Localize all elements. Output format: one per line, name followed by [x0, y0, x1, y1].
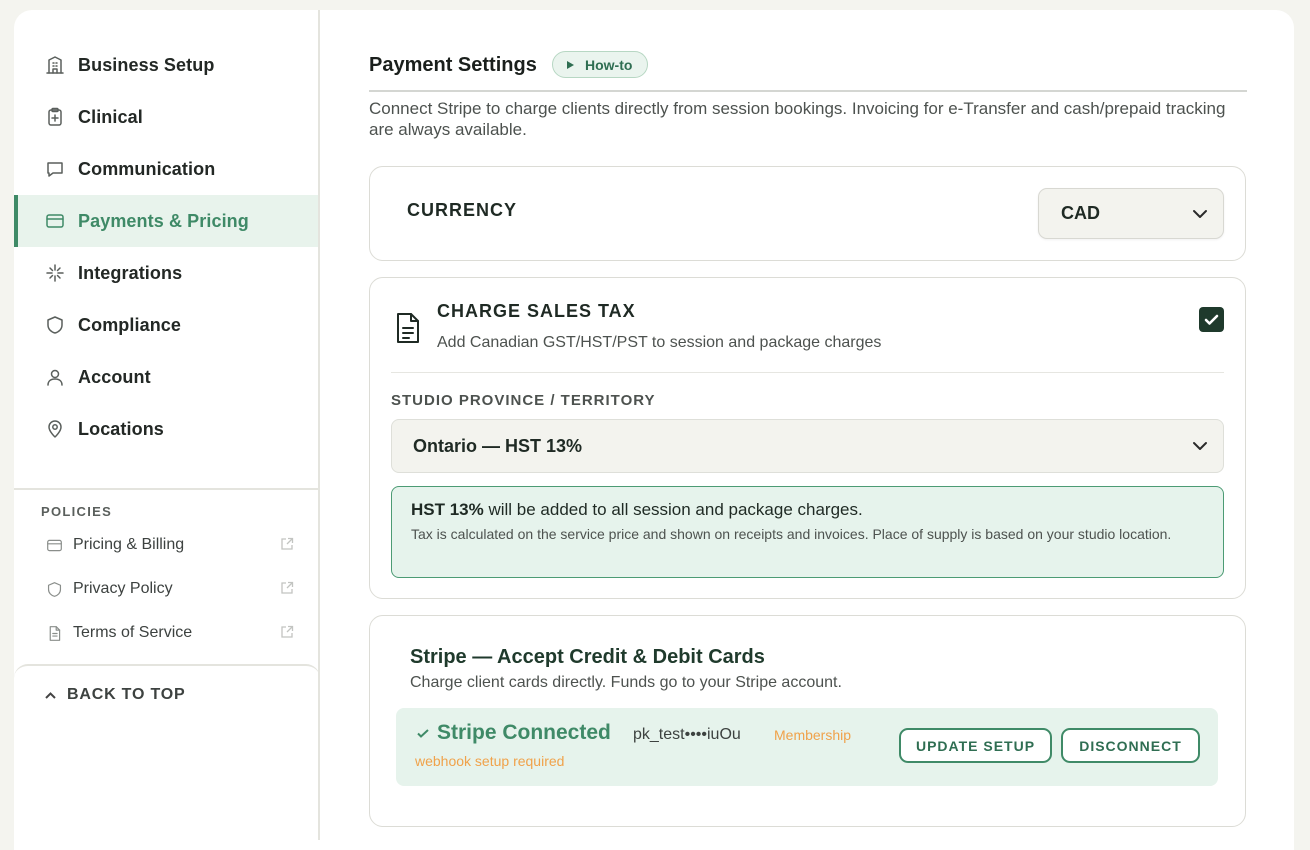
tax-notice-rate: HST 13% — [411, 500, 484, 519]
sidebar-nav: Business Setup Clinical Communication Pa… — [14, 10, 318, 455]
stripe-status-label: Stripe Connected — [437, 721, 611, 744]
checkmark-icon — [1204, 314, 1219, 325]
webhook-warning-line1: Membership — [774, 727, 852, 743]
currency-card: CURRENCY CAD — [369, 166, 1246, 261]
user-icon — [44, 366, 66, 388]
divider — [391, 372, 1224, 373]
policy-link-pricing-billing[interactable]: Pricing & Billing — [14, 523, 320, 567]
update-setup-button[interactable]: UPDATE SETUP — [899, 728, 1052, 763]
sidebar-item-label: Communication — [78, 158, 216, 179]
policies-section: POLICIES Pricing & Billing Privacy Polic… — [14, 488, 320, 655]
sidebar-item-label: Business Setup — [78, 54, 215, 75]
back-to-top-button[interactable]: BACK TO TOP — [14, 664, 320, 724]
sidebar-item-account[interactable]: Account — [14, 351, 318, 403]
sidebar-item-label: Payments & Pricing — [78, 210, 249, 231]
stripe-card: Stripe — Accept Credit & Debit Cards Cha… — [369, 615, 1246, 827]
shield-icon — [44, 314, 66, 336]
policy-link-label: Terms of Service — [73, 624, 193, 641]
chevron-up-icon — [45, 691, 56, 699]
stripe-status-bar: Stripe Connected pk_test••••iuOu Members… — [396, 708, 1218, 786]
sidebar-item-label: Clinical — [78, 106, 143, 127]
tax-notice-detail: Tax is calculated on the service price a… — [411, 526, 1172, 542]
sales-tax-title: CHARGE SALES TAX — [437, 301, 636, 321]
howto-label: How-to — [585, 56, 633, 73]
sidebar-item-locations[interactable]: Locations — [14, 403, 318, 455]
stripe-title: Stripe — Accept Credit & Debit Cards — [410, 646, 765, 668]
sidebar-item-payments-pricing[interactable]: Payments & Pricing — [14, 195, 318, 247]
sidebar-item-communication[interactable]: Communication — [14, 143, 318, 195]
chat-icon — [44, 158, 66, 180]
policy-link-privacy-policy[interactable]: Privacy Policy — [14, 567, 320, 611]
tax-notice: HST 13% will be added to all session and… — [391, 486, 1224, 578]
page-title: Payment Settings — [369, 54, 537, 76]
sidebar-item-business-setup[interactable]: Business Setup — [14, 39, 318, 91]
stripe-status: Stripe Connected — [416, 721, 611, 745]
policies-title: POLICIES — [41, 504, 113, 519]
province-select[interactable]: Ontario — HST 13% — [391, 419, 1224, 473]
document-icon — [45, 624, 63, 642]
sidebar-item-label: Compliance — [78, 314, 182, 335]
sales-tax-card: CHARGE SALES TAX Add Canadian GST/HST/PS… — [369, 277, 1246, 599]
checkmark-icon — [417, 729, 429, 738]
policy-link-label: Pricing & Billing — [73, 536, 185, 553]
currency-value: CAD — [1061, 203, 1100, 223]
stripe-key: pk_test••••iuOu — [633, 726, 741, 743]
plug-icon — [44, 262, 66, 284]
back-to-top-label: BACK TO TOP — [67, 686, 186, 703]
sidebar-item-label: Integrations — [78, 262, 183, 283]
credit-card-icon — [45, 536, 63, 554]
webhook-warning-line2: webhook setup required — [415, 753, 565, 769]
stripe-subtitle: Charge client cards directly. Funds go t… — [410, 674, 842, 691]
sidebar-item-compliance[interactable]: Compliance — [14, 299, 318, 351]
sidebar-item-label: Locations — [78, 418, 164, 439]
sales-tax-subtitle: Add Canadian GST/HST/PST to session and … — [437, 334, 882, 351]
policy-link-label: Privacy Policy — [73, 580, 173, 597]
chevron-down-icon — [1191, 205, 1209, 223]
page-description: Connect Stripe to charge clients directl… — [369, 99, 1226, 139]
map-pin-icon — [44, 418, 66, 440]
disconnect-button[interactable]: DISCONNECT — [1061, 728, 1200, 763]
sidebar-item-clinical[interactable]: Clinical — [14, 91, 318, 143]
currency-label: CURRENCY — [407, 200, 518, 220]
play-icon — [567, 60, 574, 69]
howto-button[interactable]: How-to — [552, 51, 649, 78]
document-icon — [394, 312, 422, 344]
policy-link-terms-of-service[interactable]: Terms of Service — [14, 611, 320, 655]
province-label: STUDIO PROVINCE / TERRITORY — [391, 392, 656, 409]
charge-sales-tax-checkbox[interactable] — [1199, 307, 1224, 332]
sidebar-item-label: Account — [78, 366, 151, 387]
external-link-icon — [280, 625, 294, 639]
external-link-icon — [280, 537, 294, 551]
shield-icon — [45, 580, 63, 598]
building-icon — [44, 54, 66, 76]
sidebar-item-integrations[interactable]: Integrations — [14, 247, 318, 299]
chevron-down-icon — [1191, 437, 1209, 455]
page-header: Payment Settings How-to — [369, 50, 1247, 92]
currency-select[interactable]: CAD — [1038, 188, 1224, 239]
province-value: Ontario — HST 13% — [413, 435, 583, 456]
credit-card-icon — [44, 210, 66, 232]
tax-notice-headline: HST 13% will be added to all session and… — [411, 500, 1204, 520]
sidebar: Business Setup Clinical Communication Pa… — [14, 10, 320, 840]
tax-notice-text: will be added to all session and package… — [483, 500, 863, 519]
clipboard-icon — [44, 106, 66, 128]
app-window: Business Setup Clinical Communication Pa… — [14, 10, 1294, 850]
external-link-icon — [280, 581, 294, 595]
